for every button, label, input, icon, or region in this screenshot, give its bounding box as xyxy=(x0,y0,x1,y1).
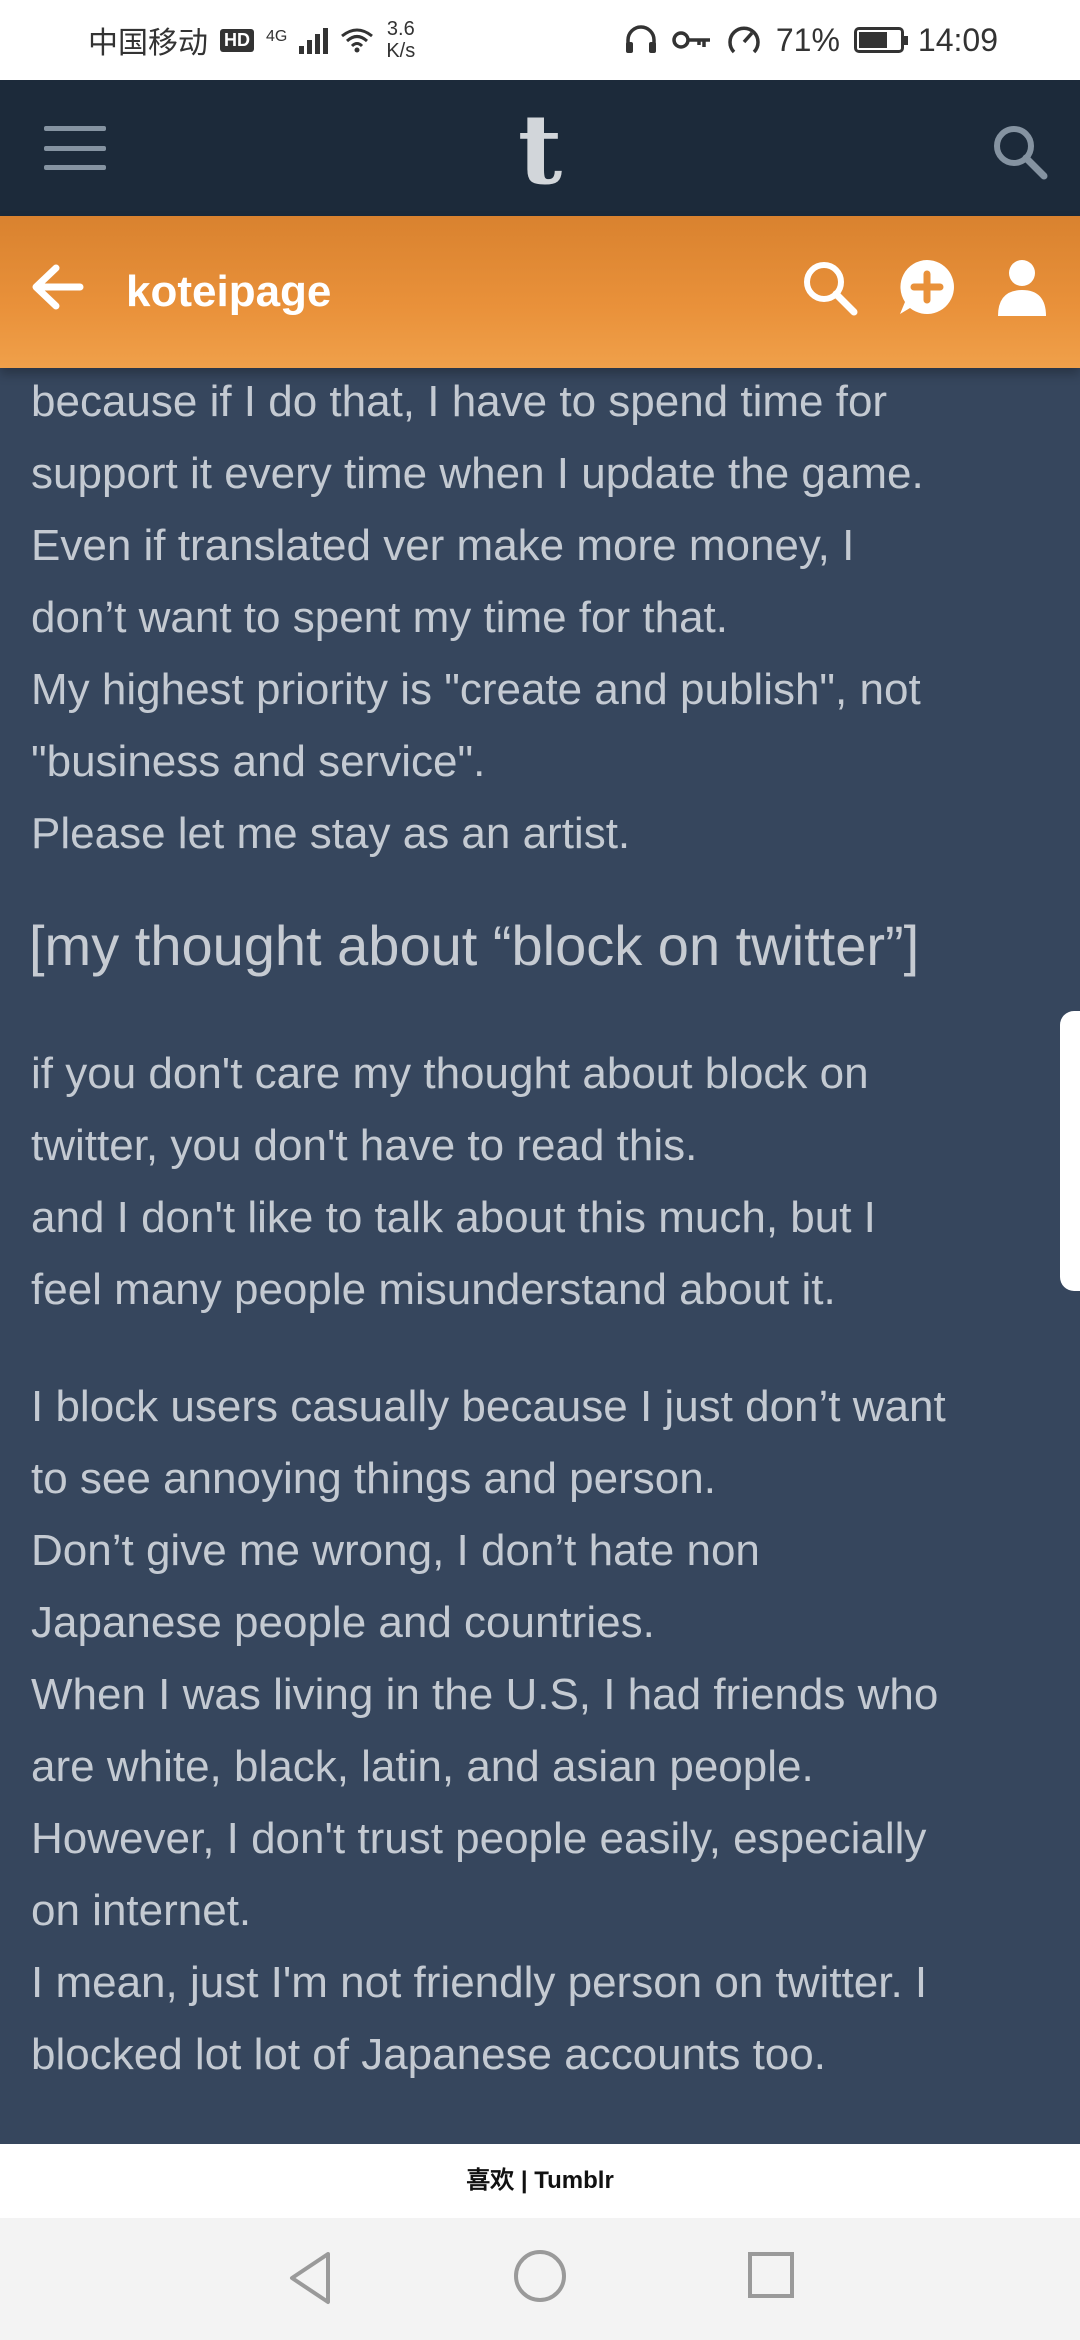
user-icon[interactable] xyxy=(996,258,1048,318)
text-line: twitter, you don't have to read this. xyxy=(31,1121,698,1170)
text-line: if you don't care my thought about block… xyxy=(31,1049,869,1098)
text-line: However, I don't trust people easily, es… xyxy=(31,1814,927,1863)
post-content: ... because if I do that, I have to spen… xyxy=(0,216,1080,2144)
text-line: I mean, just I'm not friendly person on … xyxy=(31,1958,928,2007)
message-plus-icon[interactable] xyxy=(896,256,958,318)
post-heading: [my thought about “block on twitter”] xyxy=(29,914,920,977)
battery-icon xyxy=(853,27,908,53)
blog-header: koteipage xyxy=(0,216,1080,368)
status-right: 71% 14:09 xyxy=(624,22,998,59)
text-line: Don’t give me wrong, I don’t hate non xyxy=(31,1526,760,1575)
tumblr-app-bar: t xyxy=(0,80,1080,216)
data-saver-icon xyxy=(728,26,760,54)
system-nav-bar xyxy=(0,2218,1080,2340)
blog-name[interactable]: koteipage xyxy=(126,260,331,324)
hd-badge: HD xyxy=(220,28,254,52)
wifi-icon xyxy=(341,28,374,53)
text-line: feel many people misunderstand about it. xyxy=(31,1265,836,1314)
text-line: Even if translated ver make more money, … xyxy=(31,521,855,570)
nav-back-icon[interactable] xyxy=(286,2248,334,2308)
post-paragraph-2: if you don't care my thought about block… xyxy=(31,1038,1051,1326)
text-line: support it every time when I update the … xyxy=(31,449,924,498)
tumblr-logo[interactable]: t xyxy=(500,100,580,200)
speed-unit: K/s xyxy=(386,40,416,62)
status-bar: 中国移动 HD 4G 3.6 K/s 71% 14:09 xyxy=(0,0,1080,80)
search-icon[interactable] xyxy=(990,122,1050,182)
page-footer: 喜欢 | Tumblr xyxy=(0,2144,1080,2218)
back-arrow-icon[interactable] xyxy=(28,258,86,316)
text-line: are white, black, latin, and asian peopl… xyxy=(31,1742,814,1791)
text-line: I block users casually because I just do… xyxy=(31,1382,946,1431)
network-speed: 3.6 K/s xyxy=(386,18,415,62)
text-line: Japanese people and countries. xyxy=(31,1598,655,1647)
text-line: on internet. xyxy=(31,1886,252,1935)
text-line: My highest priority is "create and publi… xyxy=(31,665,921,714)
carrier-label: 中国移动 xyxy=(88,27,208,60)
battery-percent: 71% xyxy=(775,21,840,58)
text-line: "business and service". xyxy=(31,737,486,786)
text-line: blocked lot lot of Japanese accounts too… xyxy=(31,2030,826,2079)
text-line: and I don't like to talk about this much… xyxy=(31,1193,876,1242)
headphones-icon xyxy=(625,25,656,53)
post-paragraph-1: because if I do that, I have to spend ti… xyxy=(31,366,1051,870)
text-line: to see annoying things and person. xyxy=(31,1454,716,1503)
nav-home-icon[interactable] xyxy=(512,2248,568,2304)
menu-icon[interactable] xyxy=(44,126,106,170)
clock: 14:09 xyxy=(917,21,998,58)
blog-search-icon[interactable] xyxy=(800,258,860,318)
key-icon xyxy=(672,31,710,49)
text-line: because if I do that, I have to spend ti… xyxy=(31,377,888,426)
text-line: When I was living in the U.S, I had frie… xyxy=(31,1670,939,1719)
post-paragraph-3: I block users casually because I just do… xyxy=(31,1371,1061,2091)
status-left: 中国移动 HD 4G 3.6 K/s xyxy=(88,18,415,62)
scroll-handle[interactable] xyxy=(1060,1011,1080,1291)
network-type: 4G xyxy=(266,28,288,45)
text-line: Please let me stay as an artist. xyxy=(31,809,631,858)
speed-value: 3.6 xyxy=(386,18,415,40)
text-line: don’t want to spent my time for that. xyxy=(31,593,728,642)
nav-recent-apps-icon[interactable] xyxy=(746,2250,796,2300)
signal-icon xyxy=(299,26,329,54)
